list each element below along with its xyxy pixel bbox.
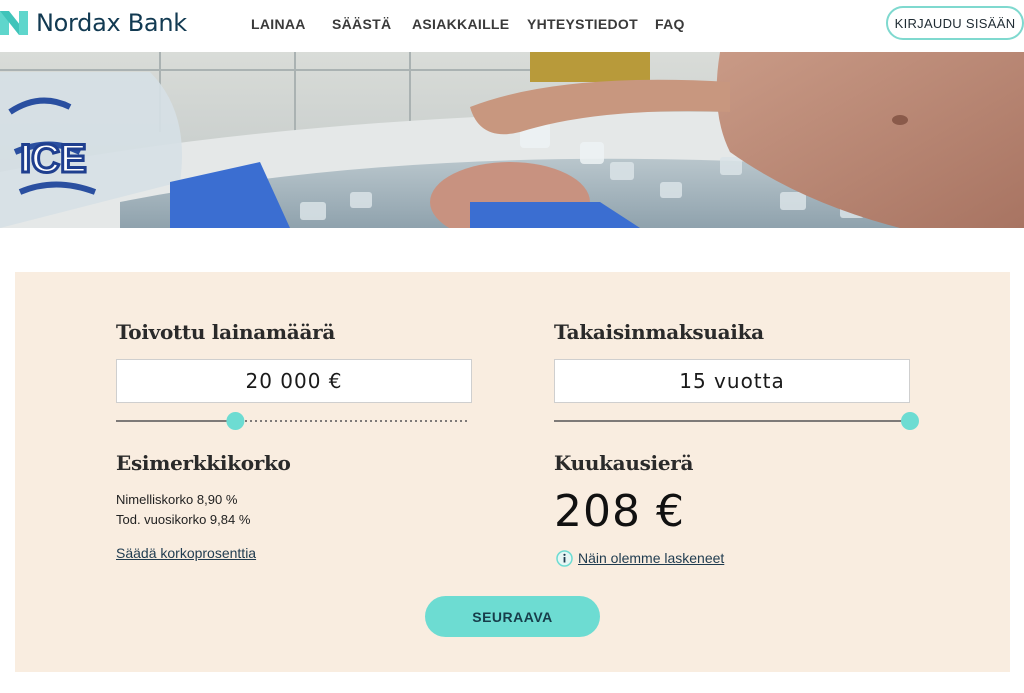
term-input[interactable]: 15 vuotta [554, 359, 910, 403]
nav-lainaa[interactable]: LAINAA [251, 16, 306, 32]
nav-faq[interactable]: FAQ [655, 16, 685, 32]
amount-slider[interactable] [116, 411, 472, 431]
term-slider-thumb[interactable] [901, 412, 919, 430]
ice-bag-text: ICE [20, 137, 87, 181]
info-icon [556, 550, 573, 567]
brand-name: Nordax Bank [36, 9, 187, 37]
adjust-rate-link[interactable]: Säädä korkoprosenttia [116, 545, 256, 561]
monthly-amount: 208 € [554, 486, 685, 537]
nominal-rate: Nimelliskorko 8,90 % [116, 492, 238, 507]
hero-image: ICE [0, 52, 1024, 228]
ice-bath-photo: ICE [0, 52, 1024, 228]
term-label: Takaisinmaksuaika [554, 320, 764, 344]
nordax-logo-icon [0, 11, 28, 35]
login-button[interactable]: KIRJAUDU SISÄÄN [886, 6, 1024, 40]
amount-slider-thumb[interactable] [226, 412, 245, 430]
rate-heading: Esimerkkikorko [116, 451, 291, 475]
term-slider[interactable] [554, 411, 920, 431]
amount-input[interactable]: 20 000 € [116, 359, 472, 403]
site-header: Nordax Bank LAINAA SÄÄSTÄ ASIAKKAILLE YH… [0, 0, 1024, 52]
brand-logo[interactable]: Nordax Bank [0, 6, 187, 40]
nav-yhteystiedot[interactable]: YHTEYSTIEDOT [527, 16, 638, 32]
monthly-heading: Kuukausierä [554, 451, 694, 475]
nav-saasta[interactable]: SÄÄSTÄ [332, 16, 391, 32]
next-button[interactable]: SEURAAVA [425, 596, 600, 637]
amount-label: Toivottu lainamäärä [116, 320, 335, 344]
effective-rate: Tod. vuosikorko 9,84 % [116, 512, 251, 527]
nav-asiakkaille[interactable]: ASIAKKAILLE [412, 16, 509, 32]
calculation-info-link[interactable]: Näin olemme laskeneet [578, 550, 724, 566]
